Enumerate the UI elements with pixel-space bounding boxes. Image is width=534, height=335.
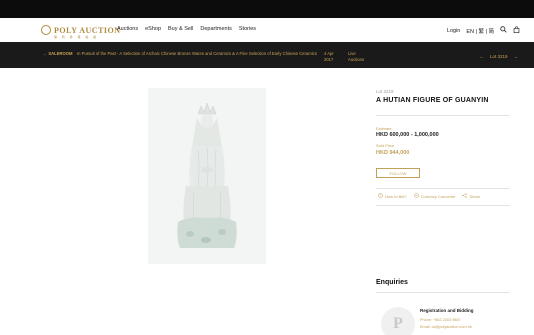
nav-buy-sell[interactable]: Buy & Sell: [168, 26, 193, 32]
share-link[interactable]: Share: [462, 193, 480, 199]
lot-title: A HUTIAN FIGURE OF GUANYIN: [376, 97, 489, 104]
sale-info-bar: ← SALEROOM In Pursuit of the Past - A Se…: [0, 42, 534, 68]
saleroom-back-link[interactable]: ← SALEROOM: [43, 51, 73, 56]
lot-number: Lot 3219: [376, 89, 394, 94]
next-lot-arrow-icon[interactable]: →: [514, 54, 519, 59]
main-nav: Auctions eShop Buy & Sell Departments St…: [117, 26, 256, 32]
enquiries-contact-heading: Registration and Bidding: [420, 308, 474, 313]
site-header: POLY AUCTION 保 利 香 港 拍 賣 Auctions eShop …: [0, 18, 534, 42]
sold-price-label: Sold Price: [376, 143, 395, 148]
guanyin-figure-image: [177, 102, 237, 248]
currency-converter-label: Currency Converter: [420, 193, 456, 199]
logo-subtitle: 保 利 香 港 拍 賣: [54, 35, 99, 39]
browser-top-strip: [0, 0, 534, 18]
search-icon[interactable]: [500, 26, 507, 35]
live-auctions-link[interactable]: Live Auctions: [348, 51, 370, 63]
estimate-label: Estimate: [376, 126, 392, 131]
bag-icon[interactable]: [513, 26, 520, 35]
sale-date: 4 Apr 2017: [324, 51, 334, 62]
enquiries-heading: Enquiries: [376, 279, 408, 286]
enquiries-email[interactable]: Email: cs@polyauction.com.hk: [420, 325, 472, 329]
lot-image[interactable]: [148, 88, 266, 264]
nav-auctions[interactable]: Auctions: [117, 26, 138, 32]
enquiries-avatar: P: [381, 307, 415, 335]
sold-price-value: HKD 944,000: [376, 150, 410, 156]
divider: [376, 292, 510, 293]
prev-lot-arrow-icon[interactable]: ←: [479, 54, 484, 59]
estimate-value: HKD 600,000 - 1,000,000: [376, 132, 439, 138]
currency-icon: [413, 193, 419, 199]
nav-stories[interactable]: Stories: [239, 26, 256, 32]
lot-actions: ? How to Bid? Currency Converter Share: [378, 193, 480, 199]
current-lot-label: Lot 3219: [489, 54, 508, 59]
follow-button[interactable]: FOLLOW: [376, 168, 420, 178]
how-to-bid-label: How to Bid?: [385, 193, 407, 199]
how-to-bid-link[interactable]: ? How to Bid?: [378, 193, 407, 199]
divider: [376, 205, 510, 206]
nav-eshop[interactable]: eShop: [145, 26, 161, 32]
poly-logo-icon: P: [393, 315, 403, 332]
currency-converter-link[interactable]: Currency Converter: [413, 193, 456, 199]
header-utilities: Login EN | 繁 | 简: [447, 26, 520, 35]
divider: [376, 115, 510, 116]
nav-departments[interactable]: Departments: [200, 26, 232, 32]
enquiries-phone[interactable]: Phone: +852 2303 9887: [420, 318, 461, 322]
share-label: Share: [469, 193, 481, 199]
logo-text: POLY AUCTION: [54, 25, 121, 35]
lot-navigation: ← Lot 3219 →: [479, 54, 518, 59]
share-icon: [462, 193, 468, 199]
logo-mark-icon: [41, 25, 51, 35]
sale-title[interactable]: In Pursuit of the Past - A Selection of …: [77, 51, 317, 57]
question-icon: ?: [378, 193, 383, 199]
language-switcher[interactable]: EN | 繁 | 简: [466, 27, 494, 35]
login-link[interactable]: Login: [447, 28, 460, 34]
divider: [376, 188, 510, 189]
